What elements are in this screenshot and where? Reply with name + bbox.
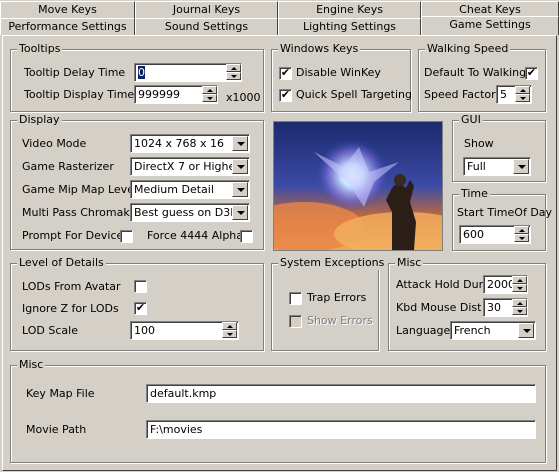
keymap-label: Key Map File (26, 387, 95, 400)
force-alpha-checkbox[interactable] (240, 230, 253, 243)
gui-title: GUI (459, 113, 483, 127)
spin-up-icon[interactable] (512, 299, 527, 307)
ignore-z-label: Ignore Z for LODs (22, 302, 119, 315)
chevron-down-icon[interactable] (518, 323, 534, 338)
attack-hold-label: Attack Hold Dur (396, 278, 484, 291)
windows-keys-group: Windows Keys (271, 42, 411, 112)
windows-keys-title: Windows Keys (278, 42, 361, 56)
video-mode-label: Video Mode (22, 137, 87, 150)
speed-factor-spinner[interactable] (515, 86, 530, 103)
tooltip-delay-spinner[interactable] (226, 64, 241, 81)
lods-avatar-checkbox[interactable] (134, 280, 147, 293)
spin-up-icon[interactable] (515, 86, 530, 94)
spin-down-icon[interactable] (512, 307, 527, 315)
force-alpha-label: Force 4444 Alpha (147, 229, 244, 242)
ignore-z-checkbox[interactable]: ✔ (134, 302, 147, 315)
spin-down-icon[interactable] (202, 94, 217, 102)
kbd-mouse-label: Kbd Mouse Dist (396, 301, 482, 314)
tooltip-delay-label: Tooltip Delay Time (24, 66, 126, 79)
spin-up-icon[interactable] (514, 226, 529, 234)
spin-up-icon[interactable] (202, 86, 217, 94)
chevron-down-icon[interactable] (232, 205, 248, 220)
time-title: Time (459, 187, 490, 201)
tab-move-keys[interactable]: Move Keys (0, 1, 135, 18)
lod-title: Level of Details (17, 256, 106, 270)
language-label: Language (396, 324, 451, 337)
chevron-down-icon[interactable] (232, 136, 248, 151)
gui-show-label: Show (464, 137, 494, 150)
rasterizer-label: Game Rasterizer (22, 160, 114, 173)
tab-performance-settings[interactable]: Performance Settings (0, 18, 135, 35)
display-title: Display (17, 113, 62, 127)
tab-row-bottom: Performance Settings Sound Settings Ligh… (0, 16, 559, 36)
show-errors-checkbox (289, 315, 302, 328)
default-walking-label: Default To Walking (424, 66, 527, 79)
tab-sound-settings[interactable]: Sound Settings (135, 18, 278, 35)
tab-journal-keys[interactable]: Journal Keys (135, 1, 278, 18)
default-walking-checkbox[interactable]: ✔ (525, 67, 538, 80)
keymap-input[interactable]: default.kmp (146, 384, 536, 403)
spin-up-icon[interactable] (512, 276, 527, 284)
prompt-device-label: Prompt For Device (22, 229, 124, 242)
quick-spell-label: Quick Spell Targeting (296, 88, 412, 101)
kbd-mouse-spinner[interactable] (512, 299, 527, 316)
game-artwork-illustration (274, 122, 442, 250)
movie-path-label: Movie Path (26, 423, 87, 436)
lod-scale-spinner[interactable] (222, 322, 237, 339)
trap-errors-label: Trap Errors (307, 291, 367, 304)
misc-bottom-title: Misc (17, 358, 46, 372)
tab-lighting-settings[interactable]: Lighting Settings (278, 18, 421, 35)
start-time-label: Start TimeOf Day (457, 206, 553, 219)
quick-spell-checkbox[interactable]: ✔ (279, 89, 292, 102)
misc-right-title: Misc (395, 256, 424, 270)
start-time-spinner[interactable] (514, 226, 529, 243)
tooltip-display-spinner[interactable] (202, 86, 217, 103)
spin-up-icon[interactable] (222, 322, 237, 330)
spin-down-icon[interactable] (514, 234, 529, 242)
chevron-down-icon[interactable] (232, 182, 248, 197)
game-artwork-image (273, 121, 443, 251)
spin-down-icon[interactable] (515, 94, 530, 102)
tooltip-display-label: Tooltip Display Time (24, 88, 135, 101)
spin-down-icon[interactable] (512, 284, 527, 292)
system-exceptions-group: System Exceptions (271, 256, 387, 351)
show-errors-label: Show Errors (307, 314, 373, 327)
prompt-device-checkbox[interactable] (120, 230, 133, 243)
tab-engine-keys[interactable]: Engine Keys (278, 1, 421, 18)
lod-scale-label: LOD Scale (22, 324, 78, 337)
chevron-down-icon[interactable] (513, 159, 529, 174)
system-exceptions-title: System Exceptions (278, 256, 387, 270)
walking-speed-title: Walking Speed (425, 42, 511, 56)
chevron-down-icon[interactable] (232, 159, 248, 174)
tab-game-settings[interactable]: Game Settings (421, 16, 559, 35)
mipmap-label: Game Mip Map Level (22, 183, 138, 196)
attack-hold-spinner[interactable] (512, 276, 527, 293)
trap-errors-checkbox[interactable] (289, 292, 302, 305)
spin-down-icon[interactable] (226, 72, 241, 80)
disable-winkey-label: Disable WinKey (296, 66, 381, 79)
spin-down-icon[interactable] (222, 330, 237, 338)
speed-factor-label: Speed Factor (424, 88, 496, 101)
misc-bottom-group: Misc (10, 358, 546, 463)
disable-winkey-checkbox[interactable]: ✔ (279, 67, 292, 80)
tooltips-title: Tooltips (17, 42, 63, 56)
chromakey-label: Multi Pass Chromakey (22, 206, 143, 219)
tooltip-display-unit: x1000 (226, 91, 261, 104)
spin-up-icon[interactable] (226, 64, 241, 72)
lods-avatar-label: LODs From Avatar (22, 280, 121, 293)
movie-path-input[interactable]: F:\movies (146, 420, 536, 439)
